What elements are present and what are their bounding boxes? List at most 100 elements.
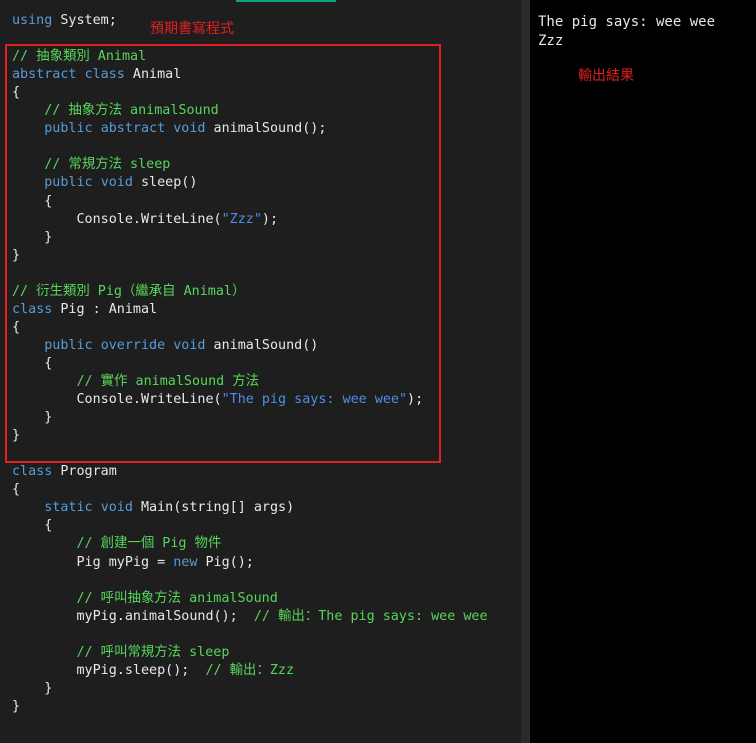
- code-keyword: class: [12, 301, 53, 317]
- code-line: myPig.animalSound(); // 輸出：The pig says:…: [12, 608, 488, 626]
- code-comment: // 輸出：The pig says: wee wee: [253, 608, 488, 624]
- code-comment: // 常規方法 sleep: [44, 157, 171, 173]
- code-line: {: [12, 193, 52, 211]
- code-text: }: [12, 247, 21, 263]
- code-text: Pig myPig =: [12, 554, 174, 570]
- code-line: Pig myPig = new Pig();: [12, 554, 254, 572]
- code-keyword: public: [44, 175, 93, 191]
- code-line: Console.WriteLine("The pig says: wee wee…: [12, 391, 423, 409]
- code-keyword: class: [84, 67, 125, 83]
- code-keyword: override: [100, 337, 166, 353]
- code-text: sleep(): [132, 175, 198, 191]
- output-line: The pig says: wee wee: [538, 14, 716, 30]
- code-line: {: [12, 319, 20, 337]
- code-text: {: [12, 85, 21, 101]
- code-keyword: public: [44, 337, 93, 353]
- code-keyword: abstract: [100, 121, 166, 137]
- code-string: "Zzz": [221, 211, 262, 227]
- code-line: abstract class Animal: [12, 66, 181, 84]
- code-comment: // 抽象方法 animalSound: [44, 103, 219, 119]
- code-keyword: abstract: [12, 67, 77, 83]
- code-text: {: [12, 518, 53, 534]
- code-text: Pig : Animal: [52, 301, 158, 317]
- code-keyword: static: [44, 500, 93, 516]
- code-line: // 抽象類別 Animal: [12, 48, 146, 66]
- code-keyword: void: [173, 337, 206, 353]
- code-comment: // 呼叫抽象方法 animalSound: [76, 590, 278, 606]
- code-line: // 衍生類別 Pig（繼承自 Animal）: [12, 283, 245, 301]
- code-text: Pig();: [197, 554, 254, 570]
- panel-divider[interactable]: [521, 0, 530, 743]
- code-line: }: [12, 409, 52, 427]
- active-tab-indicator: [236, 0, 336, 2]
- code-editor[interactable]: using System;// 抽象類別 Animal abstract clas…: [0, 0, 521, 743]
- code-line: {: [12, 481, 20, 499]
- code-text: {: [12, 482, 21, 498]
- code-text: }: [12, 410, 53, 426]
- code-line: // 創建一個 Pig 物件: [12, 535, 222, 553]
- code-keyword: void: [100, 500, 133, 516]
- code-text: Animal: [124, 67, 182, 83]
- code-line: myPig.sleep(); // 輸出：Zzz: [12, 662, 294, 680]
- code-text: Main(string[] args): [132, 500, 295, 516]
- output-result-annotation: 輸出結果: [578, 68, 634, 84]
- code-comment: // 實作 animalSound 方法: [76, 374, 260, 389]
- code-line: class Pig : Animal: [12, 301, 157, 319]
- code-text: Console.WriteLine(: [12, 211, 222, 227]
- code-text: animalSound();: [205, 121, 327, 137]
- code-text: Program: [52, 464, 117, 480]
- code-text: }: [12, 680, 53, 696]
- code-comment: // 抽象類別 Animal: [12, 49, 147, 65]
- code-line: }: [12, 427, 20, 445]
- code-text: );: [261, 211, 279, 227]
- code-line: // 呼叫抽象方法 animalSound: [12, 590, 278, 608]
- code-keyword: public: [44, 121, 93, 137]
- code-keyword: using: [12, 13, 53, 28]
- code-keyword: void: [173, 121, 206, 137]
- code-text: }: [12, 698, 21, 714]
- code-text: animalSound(): [205, 337, 319, 353]
- code-string: "The pig says: wee wee": [221, 392, 408, 408]
- code-text: {: [12, 319, 21, 335]
- code-keyword: new: [173, 554, 198, 570]
- code-keyword: class: [12, 464, 53, 480]
- code-text: myPig.sleep();: [12, 662, 206, 678]
- code-text: {: [12, 355, 53, 371]
- code-line: public abstract void animalSound();: [12, 120, 326, 138]
- code-line: Console.WriteLine("Zzz");: [12, 211, 278, 229]
- code-text: myPig.animalSound();: [12, 608, 254, 624]
- code-keyword: void: [100, 175, 133, 191]
- code-text: );: [407, 392, 424, 408]
- code-line: // 實作 animalSound 方法: [12, 373, 260, 391]
- expected-code-annotation: 預期書寫程式: [150, 21, 234, 37]
- code-comment: // 輸出：Zzz: [205, 662, 295, 678]
- code-line: public void sleep(): [12, 174, 197, 192]
- code-line: // 抽象方法 animalSound: [12, 102, 219, 120]
- code-line: public override void animalSound(): [12, 337, 318, 355]
- code-line: // 常規方法 sleep: [12, 156, 170, 174]
- code-text: }: [12, 229, 53, 245]
- code-line: }: [12, 229, 52, 247]
- code-text: }: [12, 428, 21, 444]
- code-line: static void Main(string[] args): [12, 499, 294, 517]
- code-line: class Program: [12, 463, 117, 481]
- output-panel: The pig says: wee wee Zzz 輸出結果: [530, 0, 756, 743]
- code-line: {: [12, 84, 20, 102]
- code-line: {: [12, 355, 52, 373]
- code-line: using System;: [12, 12, 117, 30]
